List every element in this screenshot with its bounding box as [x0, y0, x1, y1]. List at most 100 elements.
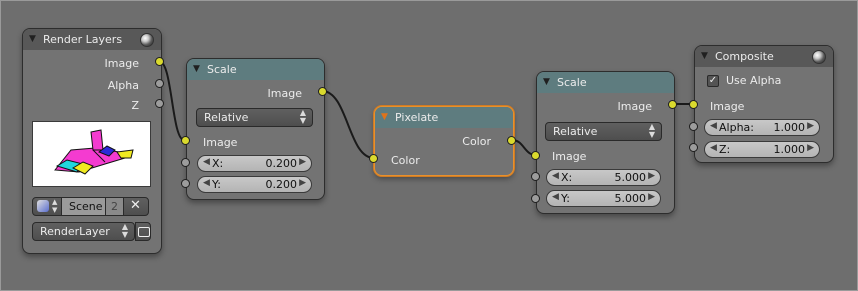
use-alpha-checkbox[interactable]: ✓ — [707, 75, 719, 87]
node-title: Scale — [557, 76, 587, 89]
scale-node-header[interactable]: ▼ Scale — [537, 72, 674, 93]
y-field[interactable]: ◀ Y: 0.200 ▶ — [197, 176, 312, 193]
pixelate-node-header[interactable]: ▼ Pixelate — [375, 107, 513, 128]
scene-name-text: Scene — [69, 200, 103, 213]
socket-input-y[interactable] — [181, 179, 190, 188]
collapse-triangle-icon[interactable]: ▼ — [543, 77, 550, 87]
decrement-arrow-icon[interactable]: ◀ — [203, 157, 210, 167]
node-title: Scale — [207, 63, 237, 76]
link-scale-to-pixelate[interactable] — [321, 90, 375, 159]
y-value: 0.200 — [265, 178, 298, 191]
x-label: X: — [561, 171, 573, 184]
output-label-image: Image — [104, 57, 139, 70]
input-label-image: Image — [710, 100, 745, 113]
scene-users-text: 2 — [111, 200, 118, 213]
socket-output-image[interactable] — [318, 87, 327, 96]
y-label: Y: — [212, 178, 221, 191]
decrement-arrow-icon[interactable]: ◀ — [552, 171, 559, 181]
y-value: 5.000 — [614, 192, 647, 205]
socket-input-x[interactable] — [181, 158, 190, 167]
socket-input-z[interactable] — [689, 143, 698, 152]
node-title: Composite — [715, 50, 774, 63]
x-field[interactable]: ◀ X: 0.200 ▶ — [197, 155, 312, 172]
node-title: Pixelate — [395, 111, 439, 124]
output-label-color: Color — [462, 135, 491, 148]
render-layers-node[interactable]: ▼ Render Layers Image Alpha Z ▲ ▼ Scene 2… — [22, 28, 162, 254]
socket-input-image[interactable] — [531, 151, 540, 160]
increment-arrow-icon[interactable]: ▶ — [648, 171, 655, 181]
space-value: Relative — [553, 125, 598, 138]
close-icon: ✕ — [130, 198, 141, 213]
alpha-label: Alpha: — [719, 121, 754, 134]
input-label-color: Color — [391, 154, 420, 167]
space-dropdown[interactable]: Relative ▲ ▼ — [196, 108, 313, 127]
chevron-updown-icon: ▲ ▼ — [648, 122, 655, 139]
node-title: Render Layers — [43, 33, 123, 46]
x-field[interactable]: ◀ X: 5.000 ▶ — [546, 169, 661, 186]
chevron-updown-icon: ▲ ▼ — [299, 108, 306, 125]
y-field[interactable]: ◀ Y: 5.000 ▶ — [546, 190, 661, 207]
render-layer-button[interactable] — [135, 222, 151, 241]
socket-input-x[interactable] — [531, 172, 540, 181]
alpha-value: 1.000 — [773, 121, 806, 134]
render-layer-selector[interactable]: RenderLayer ▲ ▼ — [32, 222, 135, 241]
socket-output-image[interactable] — [668, 100, 677, 109]
increment-arrow-icon[interactable]: ▶ — [648, 192, 655, 202]
scene-name-field[interactable]: Scene — [61, 197, 106, 216]
socket-output-image[interactable] — [155, 57, 164, 66]
space-dropdown[interactable]: Relative ▲ ▼ — [545, 122, 662, 141]
socket-input-y[interactable] — [531, 194, 540, 203]
sphere-icon[interactable] — [812, 50, 826, 64]
increment-arrow-icon[interactable]: ▶ — [807, 143, 814, 153]
output-label-image: Image — [617, 100, 652, 113]
chevron-updown-icon: ▲ ▼ — [121, 222, 128, 239]
space-value: Relative — [204, 111, 249, 124]
z-label: Z: — [719, 143, 731, 156]
z-value: 1.000 — [773, 143, 806, 156]
increment-arrow-icon[interactable]: ▶ — [299, 157, 306, 167]
scene-icon — [37, 200, 49, 212]
chevron-updown-icon: ▲ ▼ — [52, 198, 58, 214]
pixelate-node[interactable]: ▼ Pixelate Color Color — [374, 106, 514, 176]
collapse-triangle-icon[interactable]: ▼ — [381, 112, 388, 122]
alpha-field[interactable]: ◀ Alpha: 1.000 ▶ — [704, 119, 820, 136]
render-camera-icon — [138, 227, 150, 237]
decrement-arrow-icon[interactable]: ◀ — [552, 192, 559, 202]
scale-node-header[interactable]: ▼ Scale — [187, 59, 324, 80]
render-layer-value: RenderLayer — [40, 225, 110, 238]
socket-input-image[interactable] — [689, 100, 698, 109]
unlink-scene-button[interactable]: ✕ — [123, 197, 149, 216]
increment-arrow-icon[interactable]: ▶ — [299, 178, 306, 188]
input-label-image: Image — [552, 150, 587, 163]
scene-browse-button[interactable]: ▲ ▼ — [32, 197, 62, 216]
output-label-z: Z — [131, 99, 139, 112]
decrement-arrow-icon[interactable]: ◀ — [710, 143, 717, 153]
x-value: 5.000 — [614, 171, 647, 184]
x-label: X: — [212, 157, 224, 170]
collapse-triangle-icon[interactable]: ▼ — [29, 34, 36, 44]
z-field[interactable]: ◀ Z: 1.000 ▶ — [704, 141, 820, 158]
collapse-triangle-icon[interactable]: ▼ — [701, 51, 708, 61]
input-label-image: Image — [203, 136, 238, 149]
scene-users-count[interactable]: 2 — [105, 197, 124, 216]
render-layers-header[interactable]: ▼ Render Layers — [23, 29, 161, 50]
socket-input-image[interactable] — [181, 136, 190, 145]
socket-output-color[interactable] — [507, 136, 516, 145]
collapse-triangle-icon[interactable]: ▼ — [193, 64, 200, 74]
output-label-image: Image — [267, 87, 302, 100]
composite-node[interactable]: ▼ Composite ✓ Use Alpha Image ◀ Alpha: 1… — [694, 45, 834, 163]
socket-input-alpha[interactable] — [689, 122, 698, 131]
socket-output-z[interactable] — [155, 99, 164, 108]
render-preview-image — [32, 121, 151, 187]
scale-node-2[interactable]: ▼ Scale Image Relative ▲ ▼ Image ◀ X: 5.0… — [536, 71, 675, 214]
decrement-arrow-icon[interactable]: ◀ — [203, 178, 210, 188]
scale-node-1[interactable]: ▼ Scale Image Relative ▲ ▼ Image ◀ X: 0.2… — [186, 58, 325, 200]
sphere-icon[interactable] — [140, 33, 154, 47]
socket-input-color[interactable] — [369, 154, 378, 163]
decrement-arrow-icon[interactable]: ◀ — [710, 121, 717, 131]
output-label-alpha: Alpha — [107, 79, 139, 92]
increment-arrow-icon[interactable]: ▶ — [807, 121, 814, 131]
composite-node-header[interactable]: ▼ Composite — [695, 46, 833, 67]
socket-output-alpha[interactable] — [155, 79, 164, 88]
spaceship-drawing — [54, 129, 134, 175]
